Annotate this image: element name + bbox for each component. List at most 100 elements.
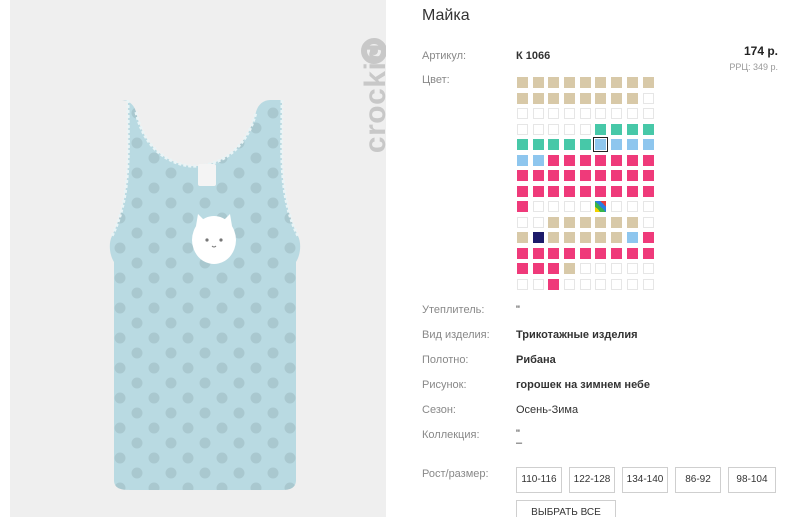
color-swatch[interactable] <box>564 92 576 104</box>
color-swatch[interactable] <box>532 247 544 259</box>
color-swatch[interactable] <box>532 263 544 274</box>
color-swatch[interactable] <box>548 77 560 88</box>
color-swatch[interactable] <box>517 263 528 274</box>
color-swatch[interactable] <box>595 92 607 104</box>
color-swatch[interactable] <box>517 185 528 197</box>
color-swatch[interactable] <box>611 247 623 259</box>
color-swatch[interactable] <box>517 170 528 181</box>
color-swatch[interactable] <box>564 170 576 181</box>
color-swatch[interactable] <box>642 123 654 135</box>
color-swatch[interactable] <box>579 139 591 150</box>
size-option-122-128[interactable]: 122-128 <box>569 467 615 493</box>
color-swatch[interactable] <box>564 232 576 243</box>
color-swatch[interactable] <box>564 185 576 197</box>
recommended-price: РРЦ: 349 р. <box>729 62 778 72</box>
color-swatch[interactable] <box>579 247 591 259</box>
size-option-110-116[interactable]: 110-116 <box>516 467 562 493</box>
color-swatch[interactable] <box>517 201 528 212</box>
color-swatch[interactable] <box>579 154 591 166</box>
color-swatch[interactable] <box>642 77 654 88</box>
color-swatch[interactable] <box>532 154 544 166</box>
color-swatch[interactable] <box>517 232 528 243</box>
color-swatch[interactable] <box>642 247 654 259</box>
size-option-134-140[interactable]: 134-140 <box>622 467 668 493</box>
color-swatch[interactable] <box>595 77 607 88</box>
color-swatch[interactable] <box>564 263 576 274</box>
color-swatch[interactable] <box>532 139 544 150</box>
color-swatch[interactable] <box>548 232 560 243</box>
color-swatch[interactable] <box>626 92 638 104</box>
color-swatch[interactable] <box>611 92 623 104</box>
color-swatch[interactable] <box>611 232 623 243</box>
color-swatch[interactable] <box>548 154 560 166</box>
color-swatch[interactable] <box>564 139 576 150</box>
color-swatch[interactable] <box>626 170 638 181</box>
color-swatch[interactable] <box>595 247 607 259</box>
color-swatch[interactable] <box>579 170 591 181</box>
color-swatch[interactable] <box>595 154 607 166</box>
color-swatch[interactable] <box>517 247 528 259</box>
color-swatch[interactable] <box>626 232 638 243</box>
color-swatch[interactable] <box>548 247 560 259</box>
size-option-98-104[interactable]: 98-104 <box>728 467 776 493</box>
color-swatch[interactable] <box>595 170 607 181</box>
color-swatch[interactable] <box>564 247 576 259</box>
color-swatch[interactable] <box>548 263 560 274</box>
color-swatch[interactable] <box>579 77 591 88</box>
color-swatch[interactable] <box>611 185 623 197</box>
color-swatch[interactable] <box>593 137 609 152</box>
color-swatch[interactable] <box>611 154 623 166</box>
color-swatch[interactable] <box>626 77 638 88</box>
color-swatch[interactable] <box>548 278 560 290</box>
color-swatch[interactable] <box>532 185 544 197</box>
size-option-86-92[interactable]: 86-92 <box>675 467 721 493</box>
color-swatch[interactable] <box>532 92 544 104</box>
color-swatch[interactable] <box>595 216 607 228</box>
color-swatch[interactable] <box>532 232 544 243</box>
color-swatch[interactable] <box>579 216 591 228</box>
color-swatch[interactable] <box>642 232 654 243</box>
color-swatch[interactable] <box>611 77 623 88</box>
color-swatch[interactable] <box>564 154 576 166</box>
color-swatch <box>564 201 576 212</box>
color-swatch[interactable] <box>626 216 638 228</box>
color-swatch[interactable] <box>611 170 623 181</box>
color-swatch[interactable] <box>579 92 591 104</box>
color-swatch[interactable] <box>642 170 654 181</box>
color-swatch <box>595 263 607 274</box>
color-swatch[interactable] <box>642 185 654 197</box>
color-swatch[interactable] <box>595 201 607 212</box>
color-swatch[interactable] <box>595 232 607 243</box>
color-swatch[interactable] <box>532 77 544 88</box>
color-swatch[interactable] <box>517 139 528 150</box>
color-swatch[interactable] <box>548 216 560 228</box>
color-swatch <box>626 201 638 212</box>
color-swatch[interactable] <box>595 185 607 197</box>
color-swatch[interactable] <box>611 216 623 228</box>
color-swatch[interactable] <box>626 247 638 259</box>
color-swatch[interactable] <box>548 92 560 104</box>
color-swatch[interactable] <box>626 123 638 135</box>
color-swatch[interactable] <box>548 170 560 181</box>
color-swatch[interactable] <box>579 232 591 243</box>
color-swatch[interactable] <box>564 216 576 228</box>
color-swatch[interactable] <box>642 154 654 166</box>
color-swatch[interactable] <box>579 185 591 197</box>
select-all-sizes-button[interactable]: Выбрать все <box>516 500 616 517</box>
color-swatch[interactable] <box>611 139 623 150</box>
color-swatch[interactable] <box>642 139 654 150</box>
color-swatch[interactable] <box>626 154 638 166</box>
color-swatch[interactable] <box>548 139 560 150</box>
color-swatch[interactable] <box>595 123 607 135</box>
color-swatch[interactable] <box>548 185 560 197</box>
color-swatch[interactable] <box>626 185 638 197</box>
color-swatch[interactable] <box>517 92 528 104</box>
color-swatch <box>532 123 544 135</box>
color-swatch <box>579 123 591 135</box>
color-swatch[interactable] <box>517 154 528 166</box>
color-swatch[interactable] <box>564 77 576 88</box>
color-swatch[interactable] <box>532 170 544 181</box>
color-swatch[interactable] <box>611 123 623 135</box>
color-swatch[interactable] <box>517 77 528 88</box>
color-swatch[interactable] <box>626 139 638 150</box>
